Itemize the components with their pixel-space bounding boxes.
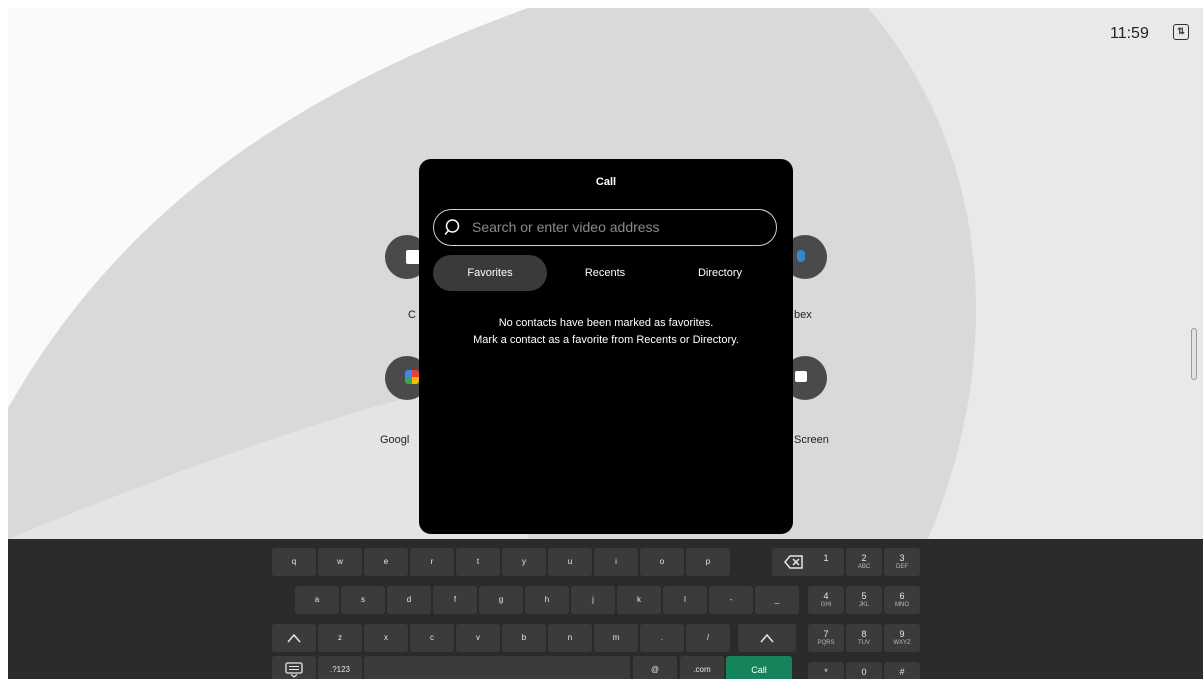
numpad-key-6[interactable]: 6 MNO (884, 586, 920, 614)
numpad-letters: GHI (820, 602, 832, 608)
transfer-icon[interactable]: ⇅ (1173, 24, 1189, 40)
shift-key-right[interactable] (738, 624, 796, 652)
key-p[interactable]: p (686, 548, 730, 576)
numpad-digit: 0 (861, 667, 867, 677)
numpad-key-9[interactable]: 9 WXYZ (884, 624, 920, 652)
numpad-digit: 8 (861, 629, 867, 639)
key-r[interactable]: r (410, 548, 454, 576)
call-button[interactable]: Call (726, 656, 792, 679)
key-s[interactable]: s (341, 586, 385, 614)
numpad-digit: 5 (861, 591, 867, 601)
numpad-key-5[interactable]: 5 JKL (846, 586, 882, 614)
empty-favorites-message: No contacts have been marked as favorite… (419, 315, 793, 349)
key-f[interactable]: f (433, 586, 477, 614)
shift-icon (287, 633, 301, 643)
numpad-digit: # (899, 667, 905, 677)
tab-recents[interactable]: Recents (548, 255, 662, 291)
numpad-letters: JKL (858, 602, 870, 608)
at-key[interactable]: @ (633, 656, 677, 679)
dialog-title: Call (595, 176, 617, 188)
numpad-digit: 1 (823, 553, 829, 563)
tab-directory[interactable]: Directory (663, 255, 777, 291)
key-slash[interactable]: / (686, 624, 730, 652)
key-z[interactable]: z (318, 624, 362, 652)
numpad-digit: 9 (899, 629, 905, 639)
numpad-letters: ABC (857, 564, 871, 570)
numpad-key-7[interactable]: 7 PQRS (808, 624, 844, 652)
numpad-letters: MNO (895, 602, 909, 608)
key-q[interactable]: q (272, 548, 316, 576)
key-c[interactable]: c (410, 624, 454, 652)
scroll-handle[interactable] (1191, 328, 1197, 380)
numpad-key-3[interactable]: 3 DEF (884, 548, 920, 576)
search-input[interactable] (472, 217, 762, 237)
dotcom-key[interactable]: .com (680, 656, 724, 679)
key-w[interactable]: w (318, 548, 362, 576)
tab-favorites[interactable]: Favorites (433, 255, 547, 291)
numpad-letters: DEF (896, 564, 908, 570)
numpad-digit: 2 (861, 553, 867, 563)
key-y[interactable]: y (502, 548, 546, 576)
key-n[interactable]: n (548, 624, 592, 652)
key-k[interactable]: k (617, 586, 661, 614)
keyboard-hide-icon (285, 662, 303, 678)
numpad-key-star[interactable]: * (808, 662, 844, 679)
numpad-key-hash[interactable]: # (884, 662, 920, 679)
google-meet-icon (405, 370, 419, 384)
numpad-key-2[interactable]: 2 ABC (846, 548, 882, 576)
numpad-key-4[interactable]: 4 GHI (808, 586, 844, 614)
numpad-digit: 4 (823, 591, 829, 601)
numpad-digit: 6 (899, 591, 905, 601)
numpad-digit: 3 (899, 553, 905, 563)
on-screen-keyboard: .?123 @ .com Call q w e r t y u i o p a s d f g h j k l - _z… (8, 539, 1203, 679)
key-j[interactable]: j (571, 586, 615, 614)
key-o[interactable]: o (640, 548, 684, 576)
clock: 11:59 (1110, 25, 1149, 42)
key-h[interactable]: h (525, 586, 569, 614)
key-g[interactable]: g (479, 586, 523, 614)
key-underscore[interactable]: _ (755, 586, 799, 614)
webex-icon (797, 250, 805, 262)
numpad-key-0[interactable]: 0+ (846, 662, 882, 679)
key-period[interactable]: . (640, 624, 684, 652)
key-b[interactable]: b (502, 624, 546, 652)
backspace-icon (784, 555, 803, 569)
empty-message-line1: No contacts have been marked as favorite… (498, 317, 714, 329)
call-app-label: C (408, 309, 416, 321)
key-d[interactable]: d (387, 586, 431, 614)
numpad-letters: PQRS (817, 640, 835, 646)
shift-icon (760, 633, 774, 643)
symbols-mode-key[interactable]: .?123 (318, 656, 362, 679)
google-meet-app-label: Googl (380, 434, 410, 446)
key-v[interactable]: v (456, 624, 500, 652)
key-x[interactable]: x (364, 624, 408, 652)
key-hyphen[interactable]: - (709, 586, 753, 614)
key-l[interactable]: l (663, 586, 707, 614)
key-e[interactable]: e (364, 548, 408, 576)
numpad-key-1[interactable]: 1 (808, 548, 844, 576)
hide-keyboard-key[interactable] (272, 656, 316, 679)
webex-app-label: bex (794, 309, 812, 321)
search-field[interactable] (433, 209, 777, 246)
call-dialog: Call Favorites Recents Directory No cont… (419, 159, 793, 534)
shift-key-left[interactable] (272, 624, 316, 652)
numpad-key-8[interactable]: 8 TUV (846, 624, 882, 652)
key-i[interactable]: i (594, 548, 638, 576)
key-m[interactable]: m (594, 624, 638, 652)
search-icon (444, 219, 460, 235)
key-a[interactable]: a (295, 586, 339, 614)
empty-message-line2: Mark a contact as a favorite from Recent… (473, 334, 739, 346)
space-key[interactable] (364, 656, 630, 679)
tab-bar: Favorites Recents Directory (433, 255, 777, 291)
key-u[interactable]: u (548, 548, 592, 576)
numpad-letters: WXYZ (893, 640, 911, 646)
home-screen: 11:59 ⇅ C bex Googl Screen Call Favorite… (8, 8, 1203, 679)
numpad-digit: 7 (823, 629, 829, 639)
call-icon (406, 250, 420, 264)
numpad-letters: TUV (858, 640, 870, 646)
key-t[interactable]: t (456, 548, 500, 576)
numpad-digit: * (824, 667, 828, 677)
share-screen-icon (795, 371, 807, 382)
share-screen-app-label: Screen (794, 434, 829, 446)
